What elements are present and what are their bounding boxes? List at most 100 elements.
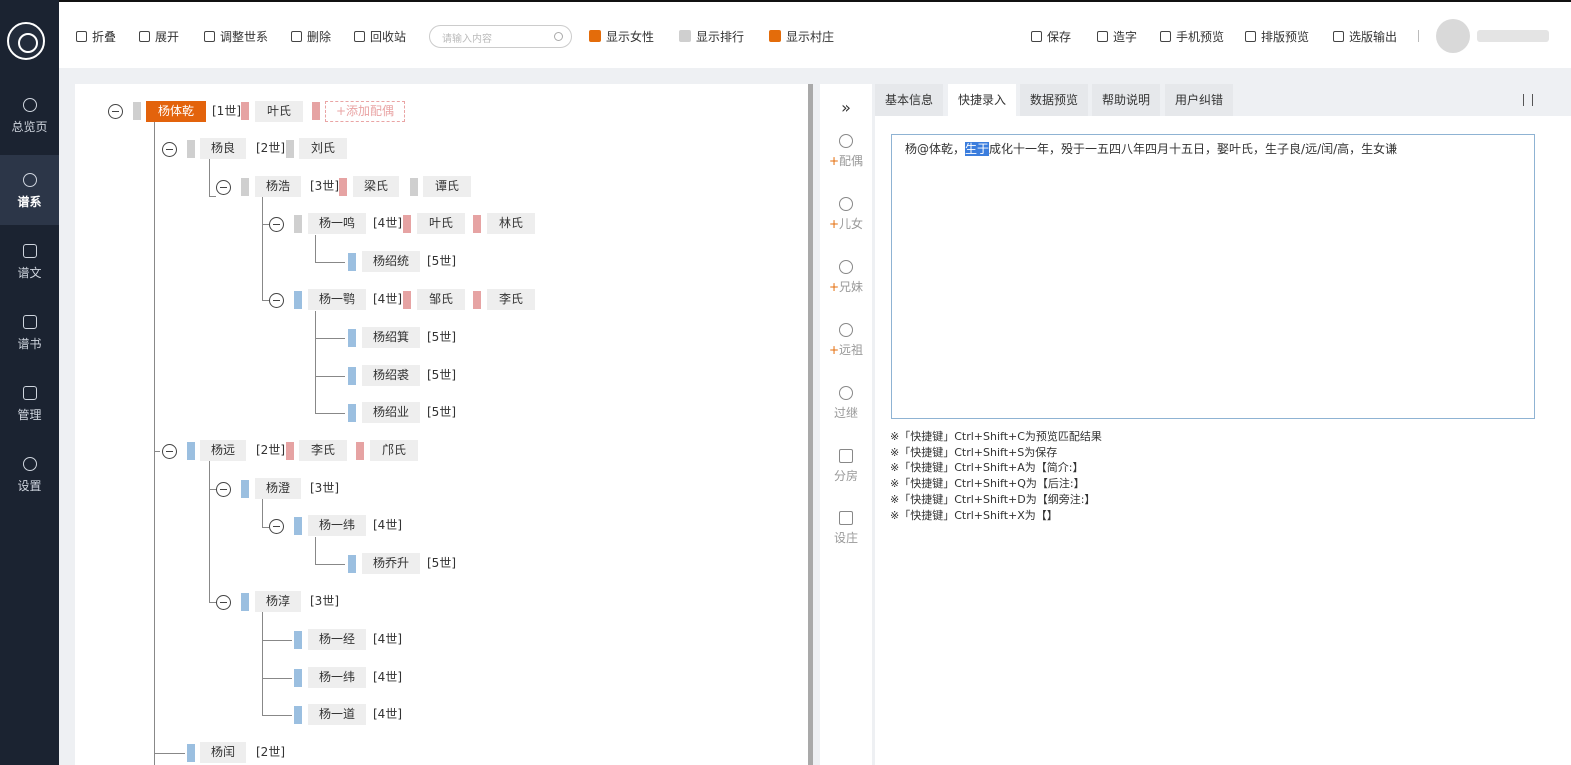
male-icon xyxy=(294,669,302,687)
expand-panel-button[interactable]: » xyxy=(820,98,872,117)
collapse-toggle[interactable] xyxy=(269,519,284,534)
search-input[interactable]: 请输入内容 xyxy=(429,25,572,48)
tab-user-correction[interactable]: 用户纠错 xyxy=(1165,84,1234,116)
show-rank-checkbox[interactable]: 显示排行 xyxy=(679,26,744,46)
person-node[interactable]: 杨乔升 xyxy=(362,553,420,574)
checkbox-unchecked-icon[interactable] xyxy=(679,30,691,42)
generation-label: [3世] xyxy=(310,179,339,193)
person-node[interactable]: 杨绍裘 xyxy=(362,365,420,386)
person-node[interactable]: 杨一鹗 xyxy=(308,289,366,310)
person-node[interactable]: 杨一经 xyxy=(308,629,366,650)
user-name-blurred[interactable] xyxy=(1477,30,1549,42)
spouse-node[interactable]: 刘氏 xyxy=(299,138,347,159)
checkbox-checked-icon[interactable] xyxy=(769,30,781,42)
tab-basic-info[interactable]: 基本信息 xyxy=(875,84,944,116)
app-logo xyxy=(7,22,45,60)
recycle-bin-button[interactable]: 回收站 xyxy=(354,26,406,46)
generation-label: [2世] xyxy=(256,141,285,155)
person-node[interactable]: 杨淳 xyxy=(255,591,301,612)
search-icon[interactable] xyxy=(554,32,563,41)
tool-label: 过继 xyxy=(833,406,858,420)
mobile-preview-button[interactable]: 手机预览 xyxy=(1160,26,1224,46)
collapse-toggle[interactable] xyxy=(269,217,284,232)
tab-data-preview[interactable]: 数据预览 xyxy=(1020,84,1089,116)
add-spouse-button[interactable]: +添加配偶 xyxy=(325,101,405,122)
spouse-node[interactable]: 林氏 xyxy=(487,213,535,234)
person-node[interactable]: 杨浩 xyxy=(255,176,301,197)
expand-button[interactable]: 展开 xyxy=(139,26,179,46)
sidebar-item-genealogy[interactable]: 谱系 xyxy=(0,155,59,225)
adopt-tool[interactable]: 过继 xyxy=(820,386,872,421)
branch-tool[interactable]: 分房 xyxy=(820,449,872,484)
spouse-node[interactable]: 李氏 xyxy=(487,289,535,310)
generation-label: [5世] xyxy=(427,330,456,344)
collapse-panel-icon[interactable] xyxy=(1523,94,1533,106)
generation-label: [2世] xyxy=(256,745,285,759)
sidebar-item-books[interactable]: 谱书 xyxy=(0,315,59,385)
sidebar-item-texts[interactable]: 谱文 xyxy=(0,244,59,314)
checkbox-checked-icon[interactable] xyxy=(589,30,601,42)
person-outline-icon xyxy=(839,323,853,337)
male-icon xyxy=(294,517,302,535)
show-village-checkbox[interactable]: 显示村庄 xyxy=(769,26,834,46)
save-button[interactable]: 保存 xyxy=(1031,26,1071,46)
sidebar-item-settings[interactable]: 设置 xyxy=(0,457,59,527)
export-button[interactable]: 选版输出 xyxy=(1333,26,1397,46)
person-node[interactable]: 杨一纬 xyxy=(308,667,366,688)
person-node[interactable]: 杨体乾 xyxy=(146,101,206,122)
tab-help[interactable]: 帮助说明 xyxy=(1092,84,1161,116)
add-children-tool[interactable]: +儿女 xyxy=(820,197,872,232)
layout-preview-button[interactable]: 排版预览 xyxy=(1245,26,1309,46)
spouse-node[interactable]: 邝氏 xyxy=(370,440,418,461)
spouse-node[interactable]: 叶氏 xyxy=(255,101,303,122)
person-node[interactable]: 杨绍业 xyxy=(362,402,420,423)
tree-connector xyxy=(262,197,263,301)
avatar[interactable] xyxy=(1436,19,1470,53)
sidebar-item-manage[interactable]: 管理 xyxy=(0,386,59,456)
spouse-node[interactable]: 梁氏 xyxy=(353,176,399,197)
village-tool[interactable]: 设庄 xyxy=(820,511,872,546)
add-spouse-tool[interactable]: +配偶 xyxy=(820,134,872,169)
spouse-node[interactable]: 叶氏 xyxy=(417,213,465,234)
person-node[interactable]: 杨绍统 xyxy=(362,251,420,272)
expand-icon xyxy=(139,30,150,42)
person-node[interactable]: 杨一纬 xyxy=(308,515,366,536)
home-icon xyxy=(839,449,853,463)
person-node[interactable]: 杨远 xyxy=(200,440,246,461)
person-node[interactable]: 杨闰 xyxy=(200,742,246,763)
tab-quick-entry[interactable]: 快捷录入 xyxy=(948,84,1017,116)
spouse-node[interactable]: 谭氏 xyxy=(423,176,471,197)
collapse-button[interactable]: 折叠 xyxy=(76,26,116,46)
collapse-toggle[interactable] xyxy=(216,180,231,195)
genealogy-tree-panel[interactable]: 杨体乾 [1世] 叶氏 +添加配偶 杨良 [2世] 刘氏 杨浩 [3世] 梁氏 … xyxy=(75,84,809,765)
add-siblings-tool[interactable]: +兄妹 xyxy=(820,260,872,295)
add-ancestor-tool[interactable]: +远祖 xyxy=(820,323,872,358)
collapse-toggle[interactable] xyxy=(108,104,123,119)
spouse-node[interactable]: 邹氏 xyxy=(417,289,465,310)
text-icon xyxy=(1097,30,1108,42)
person-node[interactable]: 杨一道 xyxy=(308,704,366,725)
quick-entry-textarea[interactable]: 杨@体乾，生于成化十一年，殁于一五四八年四月十五日，娶叶氏，生子良/远/闰/高，… xyxy=(891,134,1535,419)
make-char-button[interactable]: 造字 xyxy=(1097,26,1137,46)
collapse-toggle[interactable] xyxy=(162,142,177,157)
editor-text: 杨@体乾， xyxy=(905,142,966,156)
grid-icon xyxy=(22,386,37,400)
delete-button[interactable]: 删除 xyxy=(291,26,331,46)
tree-connector xyxy=(154,753,185,754)
person-node[interactable]: 杨绍箕 xyxy=(362,327,420,348)
spouse-node[interactable]: 李氏 xyxy=(299,440,347,461)
person-node[interactable]: 杨澄 xyxy=(255,478,301,499)
panel-splitter[interactable] xyxy=(808,84,813,765)
tab-bar: 基本信息 快捷录入 数据预览 帮助说明 用户纠错 xyxy=(875,84,1571,116)
tree-connector xyxy=(154,122,155,765)
show-female-checkbox[interactable]: 显示女性 xyxy=(589,26,654,46)
person-node[interactable]: 杨一鸣 xyxy=(308,213,366,234)
collapse-toggle[interactable] xyxy=(216,482,231,497)
collapse-toggle[interactable] xyxy=(216,595,231,610)
person-node[interactable]: 杨良 xyxy=(200,138,246,159)
collapse-toggle[interactable] xyxy=(269,293,284,308)
adjust-lineage-button[interactable]: 调整世系 xyxy=(204,26,268,46)
person-icon xyxy=(294,215,302,233)
female-icon xyxy=(339,178,347,196)
collapse-toggle[interactable] xyxy=(162,444,177,459)
